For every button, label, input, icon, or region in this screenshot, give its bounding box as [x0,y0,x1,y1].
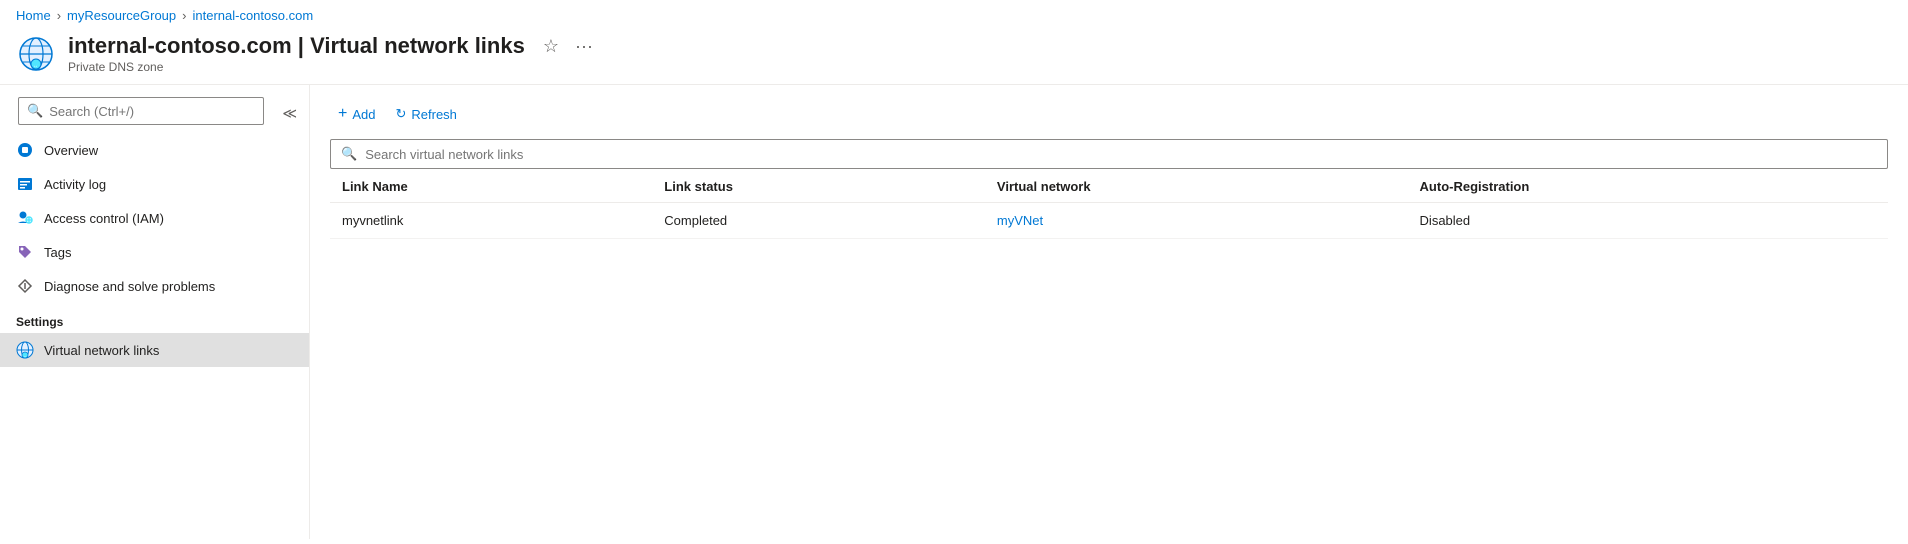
add-button[interactable]: + Add [330,101,383,127]
content-search-box: 🔍 [330,139,1888,169]
svg-text:↔: ↔ [33,63,38,69]
more-button[interactable]: ··· [571,34,597,59]
collapse-button[interactable]: ≪ [278,101,301,126]
settings-section-header: Settings [0,303,309,333]
refresh-icon: ↻ [395,106,406,122]
header-text: internal-contoso.com | Virtual network l… [68,33,597,74]
main-layout: 🔍 ≪ Overview Activity log Access control… [0,85,1908,539]
breadcrumb-home[interactable]: Home [16,8,51,23]
sidebar-item-tags[interactable]: Tags [0,235,309,269]
search-icon: 🔍 [27,103,43,119]
cell-virtual-network: myVNet [985,203,1408,239]
vnet-links-icon: ↔ [16,341,34,359]
sidebar-search-row: 🔍 ≪ [0,93,309,133]
svg-text:↔: ↔ [24,354,28,358]
sidebar-search-input[interactable] [49,104,255,119]
cell-link-status: Completed [652,203,985,239]
sidebar-item-access-control[interactable]: Access control (IAM) [0,201,309,235]
diagnose-icon [16,277,34,295]
sidebar: 🔍 ≪ Overview Activity log Access control… [0,85,310,539]
favorite-button[interactable]: ☆ [539,34,563,59]
cell-auto-registration: Disabled [1408,203,1888,239]
iam-icon [16,209,34,227]
breadcrumb-resource[interactable]: internal-contoso.com [192,8,313,23]
sidebar-item-virtual-network-links[interactable]: ↔ Virtual network links [0,333,309,367]
page-header: ↔ internal-contoso.com | Virtual network… [0,27,1908,84]
content-search-input[interactable] [365,147,1877,162]
activity-icon [16,175,34,193]
col-virtual-network: Virtual network [985,169,1408,203]
breadcrumb-resource-group[interactable]: myResourceGroup [67,8,176,23]
sidebar-item-activity-log[interactable]: Activity log [0,167,309,201]
sidebar-search-box: 🔍 [18,97,264,125]
table-row: myvnetlink Completed myVNet Disabled [330,203,1888,239]
content-area: + Add ↻ Refresh 🔍 Link Name Link status … [310,85,1908,539]
virtual-network-link[interactable]: myVNet [997,213,1043,228]
links-table: Link Name Link status Virtual network Au… [330,169,1888,239]
add-icon: + [338,105,347,123]
cell-link-name: myvnetlink [330,203,652,239]
content-search-icon: 🔍 [341,146,357,162]
overview-icon [16,141,34,159]
breadcrumb: Home › myResourceGroup › internal-contos… [0,0,1908,27]
col-auto-registration: Auto-Registration [1408,169,1888,203]
resource-icon: ↔ [16,34,56,74]
col-link-status: Link status [652,169,985,203]
toolbar: + Add ↻ Refresh [330,93,1888,139]
sidebar-item-diagnose[interactable]: Diagnose and solve problems [0,269,309,303]
tags-icon [16,243,34,261]
refresh-button[interactable]: ↻ Refresh [387,102,464,126]
col-link-name: Link Name [330,169,652,203]
sidebar-item-overview[interactable]: Overview [0,133,309,167]
page-subtitle: Private DNS zone [68,60,597,74]
page-title: internal-contoso.com | Virtual network l… [68,33,597,59]
